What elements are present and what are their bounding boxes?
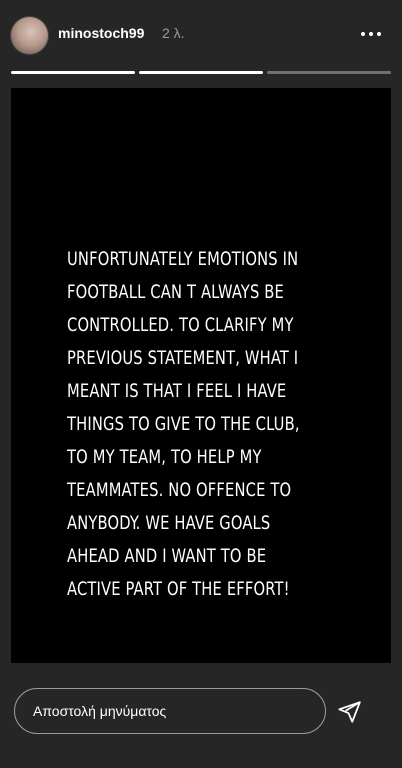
more-dot-icon bbox=[369, 32, 373, 36]
send-button[interactable] bbox=[334, 697, 364, 727]
story-viewer: minostoch99 2 λ. UNFORTUNATELY EMOTIONS … bbox=[0, 0, 402, 768]
story-progress-bar bbox=[11, 71, 391, 74]
story-header: minostoch99 2 λ. bbox=[0, 0, 402, 68]
more-dot-icon bbox=[361, 32, 365, 36]
post-time: 2 λ. bbox=[162, 25, 185, 41]
profile-avatar[interactable] bbox=[11, 17, 48, 54]
story-text: UNFORTUNATELY EMOTIONS IN FOOTBALL CAN T… bbox=[67, 248, 300, 600]
progress-segment bbox=[11, 71, 135, 74]
progress-segment bbox=[267, 71, 391, 74]
send-icon bbox=[338, 701, 361, 723]
more-dot-icon bbox=[377, 32, 381, 36]
story-footer bbox=[0, 670, 402, 768]
username[interactable]: minostoch99 bbox=[58, 25, 144, 41]
more-options-button[interactable] bbox=[356, 22, 386, 46]
progress-segment bbox=[139, 71, 263, 74]
progress-fill bbox=[11, 71, 135, 74]
story-content[interactable]: UNFORTUNATELY EMOTIONS IN FOOTBALL CAN T… bbox=[11, 88, 391, 663]
message-input[interactable] bbox=[14, 688, 326, 734]
progress-fill bbox=[139, 71, 263, 74]
